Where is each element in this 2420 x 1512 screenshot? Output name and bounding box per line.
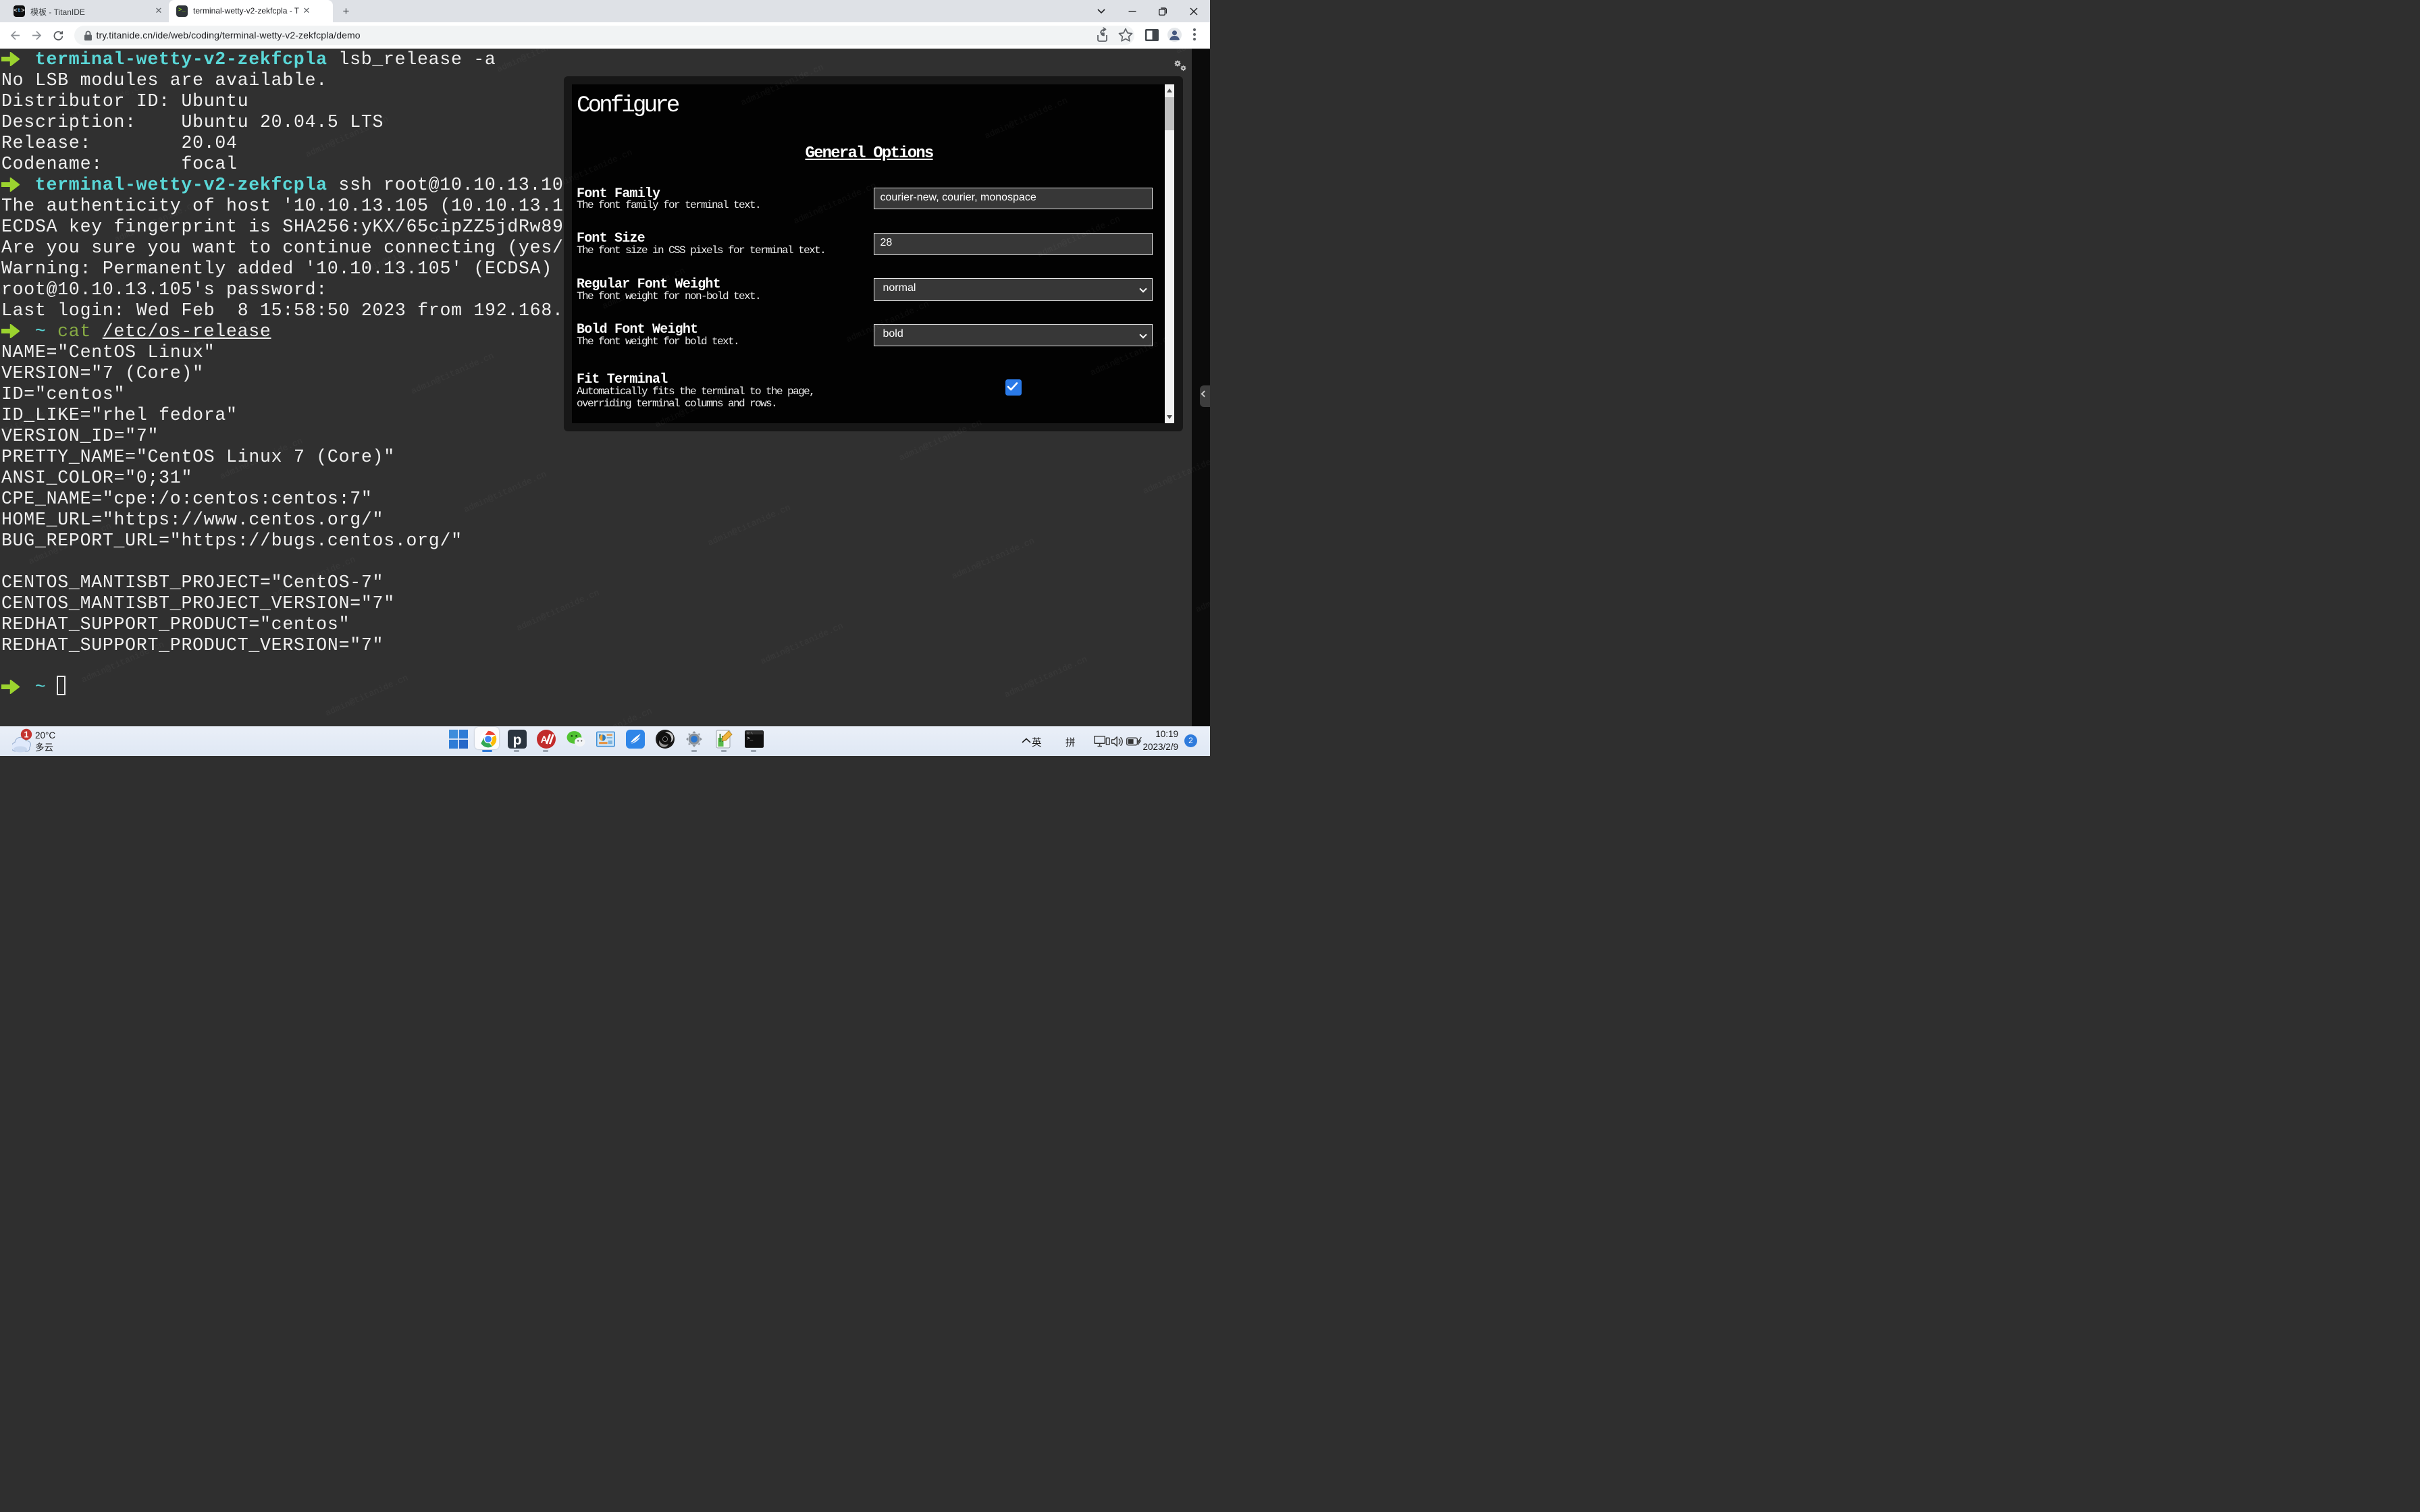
svg-text:1: 1 (24, 730, 29, 739)
svg-text:>_: >_ (747, 736, 754, 742)
svg-text:p: p (513, 731, 522, 747)
svg-text:C:\: C:\ (747, 731, 753, 735)
